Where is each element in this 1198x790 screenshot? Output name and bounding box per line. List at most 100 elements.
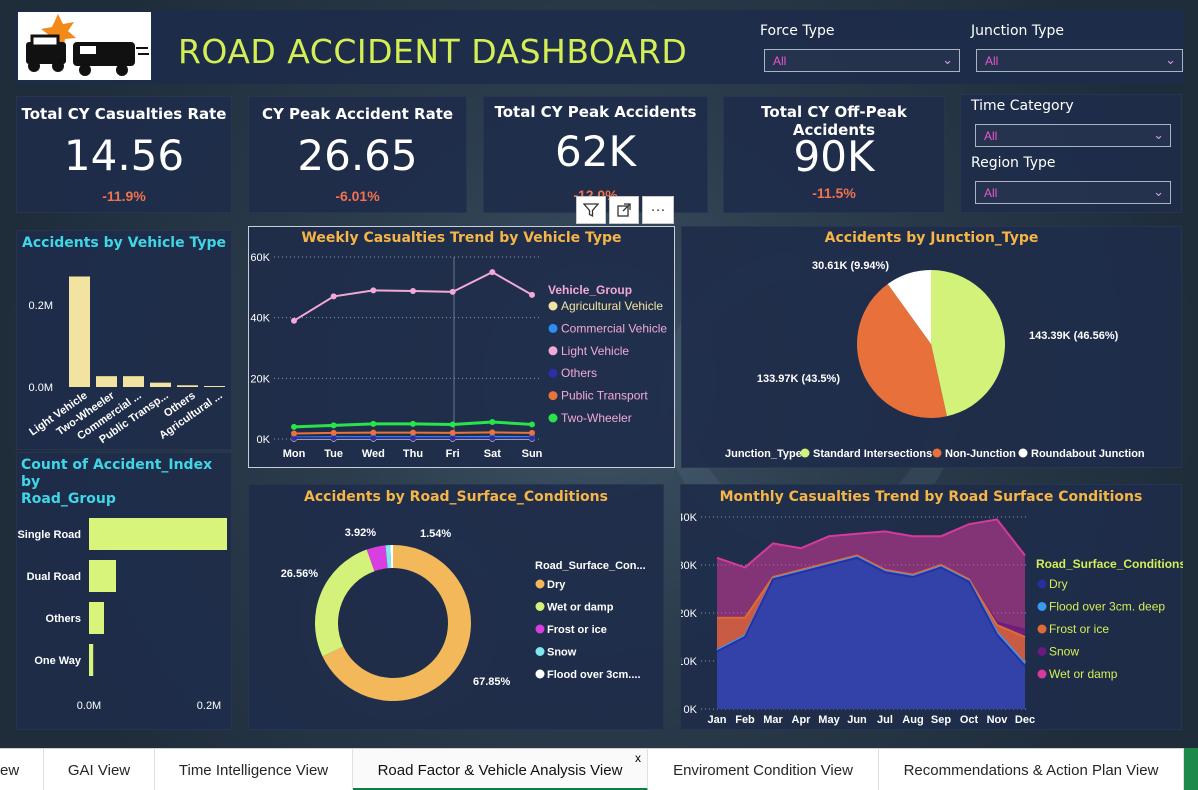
legend-title: Vehicle_Group: [548, 283, 632, 297]
tab-time-intelligence[interactable]: Time Intelligence View: [155, 749, 353, 790]
kpi-delta: -11.9%: [102, 188, 146, 204]
close-tab-icon[interactable]: x: [635, 751, 641, 765]
data-label: 3.92%: [345, 527, 376, 539]
chevron-down-icon: ⌄: [942, 52, 953, 67]
legend-label: Wet or damp: [1049, 667, 1118, 681]
focus-mode-icon: [617, 203, 631, 217]
data-point: [489, 419, 496, 426]
force-type-value: All: [773, 54, 787, 68]
legend-title: Road_Surface_Conditions: [1036, 557, 1183, 571]
force-type-dropdown[interactable]: All ⌄: [764, 49, 960, 72]
x-tick-label: Sat: [484, 448, 501, 460]
junction-type-panel: Accidents by Junction_Type 143.39K (46.5…: [681, 226, 1182, 468]
data-label: 143.39K (46.56%): [1029, 330, 1119, 342]
kpi-casualties-rate-card: Total CY Casualties Rate 14.56 -11.9%: [16, 96, 232, 213]
data-point: [330, 293, 337, 300]
x-tick-label: Oct: [960, 714, 979, 726]
road-group-panel: Count of Accident_Index by Road_Group Si…: [16, 452, 232, 730]
region-type-label: Region Type: [971, 155, 1056, 171]
legend-marker: [1037, 624, 1047, 634]
pie-slice: [931, 270, 1005, 417]
data-point: [291, 423, 297, 430]
region-type-dropdown[interactable]: All ⌄: [975, 181, 1171, 204]
data-point: [449, 435, 456, 442]
page-title: ROAD ACCIDENT DASHBOARD: [178, 32, 688, 71]
more-options-button[interactable]: ···: [642, 196, 674, 224]
tab-gai-view[interactable]: GAI View: [44, 749, 155, 790]
junction-type-dropdown[interactable]: All ⌄: [976, 49, 1183, 72]
x-tick-label: May: [818, 714, 840, 726]
tab-road-factor-vehicle[interactable]: Road Factor & Vehicle Analysis View x: [353, 749, 648, 790]
legend-marker: [1037, 647, 1047, 656]
legend-label: Non-Junction: [945, 448, 1016, 460]
legend-label: Commercial Vehicle: [561, 321, 667, 335]
kpi-delta: -6.01%: [335, 188, 380, 204]
dashboard-canvas: ROAD ACCIDENT DASHBOARD Force Type All ⌄…: [0, 0, 1198, 748]
legend-marker: [1018, 448, 1028, 458]
kpi-value: 90K: [793, 132, 875, 181]
legend-marker: [548, 301, 558, 311]
data-point: [330, 435, 337, 442]
legend-label: Flood over 3cm. deep: [1049, 600, 1165, 614]
bar: [177, 385, 198, 387]
x-tick-label: Apr: [792, 714, 812, 726]
data-point: [330, 422, 337, 429]
weekly-trend-panel[interactable]: Weekly Casualties Trend by Vehicle Type …: [248, 226, 675, 468]
focus-mode-button[interactable]: [609, 196, 639, 224]
x-tick-label: Nov: [987, 714, 1009, 726]
data-label: 30.61K (9.94%): [812, 260, 889, 272]
legend-marker: [1037, 602, 1047, 611]
slicer-panel: Time Category All ⌄ Region Type All ⌄: [960, 94, 1182, 213]
legend-title: Road_Surface_Con...: [535, 560, 646, 572]
data-point: [410, 429, 416, 436]
x-tick-label: Feb: [735, 714, 755, 726]
data-point: [410, 435, 416, 442]
legend-label: Frost or ice: [547, 624, 607, 636]
y-category-label: Others: [46, 613, 81, 625]
chevron-down-icon: ⌄: [1153, 184, 1164, 199]
x-tick-label: Wed: [362, 448, 385, 460]
force-type-label: Force Type: [760, 23, 835, 39]
y-category-label: Dual Road: [27, 571, 81, 583]
x-tick-label: Tue: [324, 448, 343, 460]
data-point: [489, 429, 496, 436]
y-tick-label: 20K: [250, 373, 270, 385]
y-tick-label: 0.0M: [29, 382, 53, 394]
filter-button[interactable]: [576, 196, 606, 224]
legend-label: Public Transport: [561, 389, 648, 403]
x-tick-label: Fri: [446, 448, 460, 460]
bar: [89, 602, 104, 634]
tab-environment-condition[interactable]: Enviroment Condition View: [648, 749, 879, 790]
kpi-value: 14.56: [63, 131, 185, 180]
chevron-down-icon: ⌄: [1165, 52, 1176, 67]
y-tick-label: 0K: [684, 704, 698, 716]
bar: [89, 644, 94, 676]
legend-label: Flood over 3cm....: [547, 669, 641, 681]
junction-type-value: All: [985, 54, 999, 68]
time-category-dropdown[interactable]: All ⌄: [975, 124, 1171, 147]
kpi-value: 62K: [555, 127, 636, 176]
legend-label: Agricultural Vehicle: [561, 299, 663, 313]
tab-overview[interactable]: ew: [0, 749, 44, 790]
monthly-trend-chart: 0K 10K 20K 30K 40K Jan Feb Mar Apr May Jun Jul Aug Se…: [681, 512, 1183, 726]
x-tick-label: Mon: [283, 448, 306, 460]
data-label: 133.97K (43.5%): [757, 373, 840, 385]
y-category-label: Single Road: [17, 529, 81, 541]
legend-marker: [535, 579, 545, 589]
junction-type-label: Junction Type: [971, 23, 1064, 39]
legend-label: Light Vehicle: [561, 344, 629, 358]
legend-label: Snow: [547, 647, 577, 659]
data-label: 26.56%: [281, 568, 319, 580]
tab-label: Recommendations & Action Plan View: [903, 762, 1159, 779]
data-point: [489, 269, 496, 276]
x-tick-label: Thu: [403, 448, 423, 460]
data-point: [291, 317, 297, 324]
legend-marker: [535, 602, 545, 611]
data-label: 1.54%: [420, 528, 451, 540]
tab-recommendations[interactable]: Recommendations & Action Plan View: [879, 749, 1184, 790]
bar: [89, 518, 227, 550]
data-point: [489, 435, 496, 442]
data-label: 67.85%: [473, 676, 511, 688]
bar: [204, 386, 225, 387]
x-tick-label: 0.2M: [197, 700, 221, 712]
